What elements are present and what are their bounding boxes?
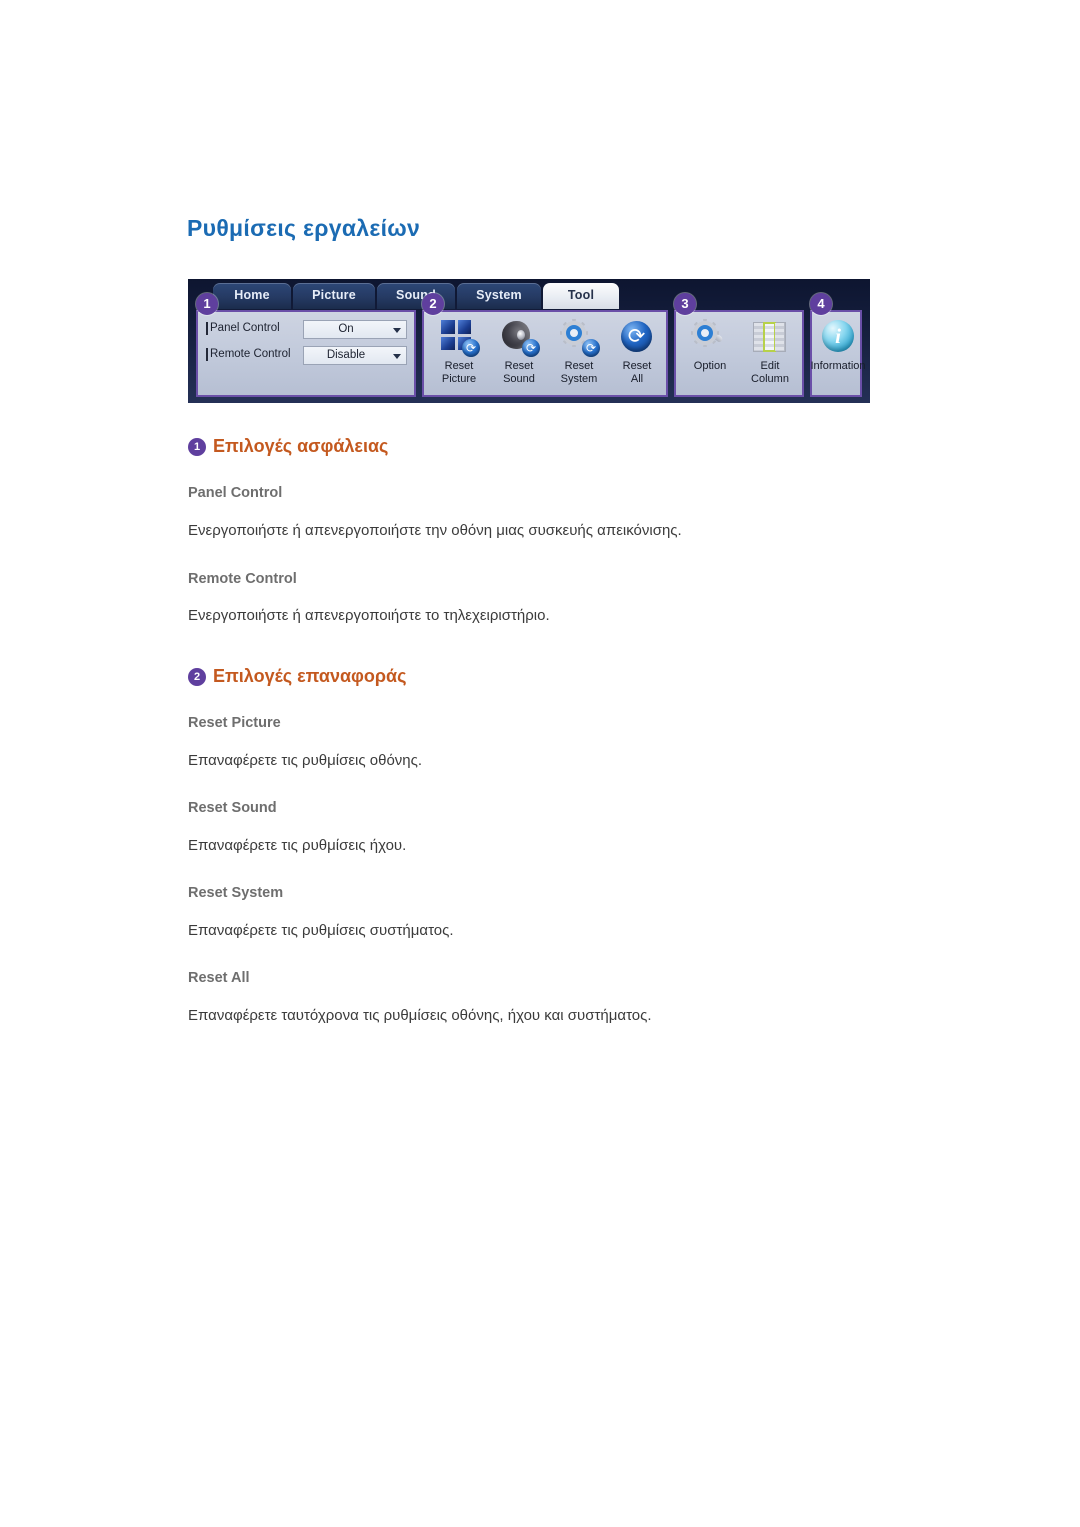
- body-remote-control: Ενεργοποιήστε ή απενεργοποιήστε το τηλεχ…: [188, 607, 550, 624]
- tool-settings-figure: Home Picture Sound System Tool 1 Panel C…: [188, 279, 870, 403]
- refresh-badge-icon: ⟳: [522, 339, 540, 357]
- panel-control-select[interactable]: On: [303, 320, 407, 339]
- subheading-reset-picture: Reset Picture: [188, 715, 281, 731]
- section-badge-1: 1: [188, 438, 206, 456]
- reset-picture-icon: ⟳: [438, 317, 480, 359]
- section-heading-security-text: Επιλογές ασφάλειας: [213, 436, 389, 456]
- figure-badge-3: 3: [674, 293, 696, 315]
- tab-tool[interactable]: Tool: [543, 283, 619, 309]
- reset-all-icon: ⟳: [616, 317, 658, 359]
- reset-sound-button[interactable]: ⟳ Reset Sound: [488, 317, 550, 386]
- edit-column-button[interactable]: Edit Column: [739, 317, 801, 386]
- information-button[interactable]: i Information: [807, 317, 869, 373]
- refresh-icon: ⟳: [621, 321, 652, 352]
- tab-system[interactable]: System: [457, 283, 541, 309]
- option-gear-wrench-icon: [689, 317, 731, 359]
- section-heading-reset-text: Επιλογές επαναφοράς: [213, 666, 407, 686]
- body-reset-all: Επαναφέρετε ταυτόχρονα τις ρυθμίσεις οθό…: [188, 1007, 652, 1024]
- reset-all-button[interactable]: ⟳ Reset All: [606, 317, 668, 386]
- subheading-remote-control: Remote Control: [188, 571, 297, 587]
- tab-home[interactable]: Home: [213, 283, 291, 309]
- subheading-reset-sound: Reset Sound: [188, 800, 277, 816]
- reset-sound-icon: ⟳: [498, 317, 540, 359]
- figure-badge-1: 1: [196, 293, 218, 315]
- chevron-down-icon: [393, 354, 401, 359]
- subheading-reset-system: Reset System: [188, 885, 284, 901]
- subheading-panel-control: Panel Control: [188, 485, 283, 501]
- edit-column-caption: Edit Column: [751, 360, 789, 385]
- reset-picture-caption: Reset Picture: [441, 360, 477, 385]
- body-reset-picture: Επαναφέρετε τις ρυθμίσεις οθόνης.: [188, 752, 423, 769]
- body-reset-sound: Επαναφέρετε τις ρυθμίσεις ήχου.: [188, 837, 407, 854]
- remote-control-value: Disable: [326, 349, 366, 361]
- refresh-badge-icon: ⟳: [462, 339, 480, 357]
- chevron-down-icon: [393, 328, 401, 333]
- page-title: Ρυθμίσεις εργαλείων: [187, 215, 421, 241]
- section-heading-reset: 2 Επιλογές επαναφοράς: [188, 666, 406, 687]
- figure-group-option: Option Edit Column: [674, 310, 804, 397]
- figure-group-reset: ⟳ Reset Picture ⟳ Reset Sound ⟳ Reset Sy…: [422, 310, 668, 397]
- figure-group-information: i Information: [810, 310, 866, 397]
- remote-control-row[interactable]: Remote Control Disable: [206, 346, 407, 365]
- section-heading-security: 1 Επιλογές ασφάλειας: [188, 436, 388, 457]
- edit-column-icon: [749, 317, 791, 359]
- bullet-tick-icon: [206, 322, 208, 335]
- panel-control-label: Panel Control: [210, 322, 280, 334]
- reset-all-caption: Reset All: [622, 360, 652, 385]
- figure-badge-4: 4: [810, 293, 832, 315]
- body-panel-control: Ενεργοποιήστε ή απενεργοποιήστε την οθόν…: [188, 522, 682, 539]
- remote-control-select[interactable]: Disable: [303, 346, 407, 365]
- information-icon: i: [817, 317, 859, 359]
- panel-control-value: On: [338, 323, 354, 335]
- reset-system-icon: ⟳: [558, 317, 600, 359]
- figure-badge-2: 2: [422, 293, 444, 315]
- body-reset-system: Επαναφέρετε τις ρυθμίσεις συστήματος.: [188, 922, 454, 939]
- information-caption: Information: [810, 360, 866, 372]
- tab-picture[interactable]: Picture: [293, 283, 375, 309]
- reset-system-caption: Reset System: [560, 360, 598, 385]
- option-caption: Option: [693, 360, 727, 372]
- document-page: Ρυθμίσεις εργαλείων Home Picture Sound S…: [0, 0, 1080, 1527]
- section-badge-2: 2: [188, 668, 206, 686]
- tab-strip: Home Picture Sound System Tool: [188, 279, 870, 309]
- reset-picture-button[interactable]: ⟳ Reset Picture: [428, 317, 490, 386]
- bullet-tick-icon: [206, 348, 208, 361]
- panel-control-row[interactable]: Panel Control On: [206, 320, 407, 339]
- reset-sound-caption: Reset Sound: [503, 360, 535, 385]
- option-button[interactable]: Option: [679, 317, 741, 373]
- remote-control-label: Remote Control: [210, 348, 291, 360]
- refresh-badge-icon: ⟳: [582, 339, 600, 357]
- figure-group-security: Panel Control On Remote Control Disable: [196, 310, 416, 397]
- subheading-reset-all: Reset All: [188, 970, 250, 986]
- reset-system-button[interactable]: ⟳ Reset System: [548, 317, 610, 386]
